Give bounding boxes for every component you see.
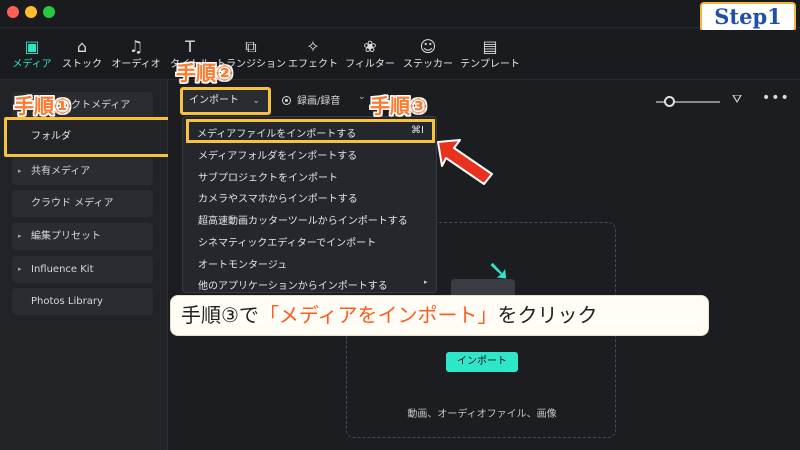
tab-filter-label: フィルター xyxy=(345,59,395,70)
menu-item-import-subproject[interactable]: サブプロジェクトをインポート xyxy=(198,169,338,184)
more-options-icon[interactable]: ••• xyxy=(762,90,790,106)
sidebar-item-label: Photos Library xyxy=(31,296,103,307)
tab-template-label: テンプレート xyxy=(460,59,520,70)
instruction-callout: 手順③で「メディアをインポート」をクリック xyxy=(170,295,709,336)
sticker-icon: ☺ xyxy=(419,37,437,56)
main-toolbar: ▣ メディア ⌂ ストック ♫ オーディオ T タイトル ⧉ トランジション ✧… xyxy=(0,30,800,80)
dropzone-description: 動画、オーディオファイル、画像 xyxy=(407,409,557,420)
stock-icon: ⌂ xyxy=(76,37,88,56)
folder-highlight-box xyxy=(4,117,173,157)
effect-star-icon: ✧ xyxy=(306,37,320,56)
sidebar-item-label: 編集プリセット xyxy=(31,231,101,242)
sidebar-item-influence-kit[interactable]: ▸ Influence Kit xyxy=(12,256,153,283)
expand-triangle-icon: ▸ xyxy=(18,232,22,240)
tab-media[interactable]: ▣ メディア xyxy=(10,36,54,76)
pointer-arrow-icon xyxy=(437,139,493,185)
record-dropdown-button[interactable]: 録画/録音 xyxy=(282,92,340,107)
tab-media-label: メディア xyxy=(12,59,52,70)
sidebar-item-label: Influence Kit xyxy=(31,264,94,275)
tab-stock[interactable]: ⌂ ストック xyxy=(60,36,104,76)
callout-suffix: をクリック xyxy=(497,303,598,327)
music-note-icon: ♫ xyxy=(128,37,144,56)
transition-icon: ⧉ xyxy=(245,37,257,56)
sidebar-item-cloud-media[interactable]: クラウド メディア xyxy=(12,190,153,217)
minimize-window-button[interactable] xyxy=(25,6,37,18)
import-dropdown-button[interactable]: インポート ⌄ xyxy=(180,87,271,115)
step2-label: 手順② xyxy=(176,61,233,85)
zoom-window-button[interactable] xyxy=(43,6,55,18)
menu-item-import-media-files[interactable]: メディアファイルをインポートする ⌘I xyxy=(186,119,435,143)
sidebar-item-photos-library[interactable]: Photos Library xyxy=(12,288,153,315)
filter-funnel-icon[interactable]: ⛛ xyxy=(732,92,742,107)
media-icon: ▣ xyxy=(24,37,40,56)
title-t-icon: T xyxy=(185,37,195,56)
tab-template[interactable]: ▤ テンプレート xyxy=(458,36,522,76)
thumbnail-size-slider[interactable] xyxy=(656,96,720,108)
sidebar-item-label: クラウド メディア xyxy=(31,198,114,209)
sidebar-item-shared-media[interactable]: ▸ 共有メディア xyxy=(12,158,153,185)
dropzone-import-button[interactable]: インポート xyxy=(446,352,518,372)
submenu-arrow-icon: ▸ xyxy=(424,278,428,286)
expand-triangle-icon: ▸ xyxy=(18,167,22,175)
tab-effect[interactable]: ✧ エフェクト xyxy=(286,36,340,76)
menu-item-import-from-camera[interactable]: カメラやスマホからインポートする xyxy=(198,190,358,205)
step1-label: 手順① xyxy=(14,94,71,118)
menu-shortcut: ⌘I xyxy=(411,125,424,136)
menu-item-auto-montage[interactable]: オートモンタージュ xyxy=(198,256,287,271)
callout-prefix: 手順③で xyxy=(181,303,259,327)
tab-filter[interactable]: ❀ フィルター xyxy=(343,36,397,76)
tab-sticker[interactable]: ☺ ステッカー xyxy=(400,36,456,76)
record-icon xyxy=(282,96,291,105)
chevron-down-icon: ⌄ xyxy=(252,96,260,106)
record-dropdown-label: 録画/録音 xyxy=(297,96,341,107)
menu-item-import-media-folder[interactable]: メディアフォルダをインポートする xyxy=(198,147,357,162)
close-window-button[interactable] xyxy=(7,6,19,18)
tab-effect-label: エフェクト xyxy=(288,59,338,70)
menu-item-import-cinematic[interactable]: シネマティックエディターでインポート xyxy=(198,234,376,249)
menu-item-label: メディアファイルをインポートする xyxy=(197,129,357,140)
title-bar xyxy=(0,0,800,28)
tab-stock-label: ストック xyxy=(62,59,102,70)
step3-label: 手順③ xyxy=(370,94,427,118)
sidebar-item-folder[interactable]: フォルダ xyxy=(31,127,71,142)
tab-audio-label: オーディオ xyxy=(111,59,161,70)
tab-sticker-label: ステッカー xyxy=(403,59,453,70)
sidebar-item-label: 共有メディア xyxy=(31,166,91,177)
sidebar-item-edit-presets[interactable]: ▸ 編集プリセット xyxy=(12,223,153,250)
template-icon: ▤ xyxy=(482,37,498,56)
slider-knob[interactable] xyxy=(664,96,675,107)
expand-triangle-icon: ▸ xyxy=(18,265,22,273)
chevron-down-icon: ⌄ xyxy=(358,92,366,102)
step-badge: Step1 xyxy=(700,2,796,32)
download-arrow-icon: ➘ xyxy=(487,254,511,287)
callout-highlight: 「メディアをインポート」 xyxy=(258,303,498,327)
import-dropdown-label: インポート xyxy=(189,95,239,106)
filter-circles-icon: ❀ xyxy=(363,37,377,56)
tab-audio[interactable]: ♫ オーディオ xyxy=(110,36,162,76)
menu-item-import-from-cutter[interactable]: 超高速動画カッターツールからインポートする xyxy=(198,212,408,227)
menu-item-import-other-apps[interactable]: 他のアプリケーションからインポートする xyxy=(198,277,388,292)
